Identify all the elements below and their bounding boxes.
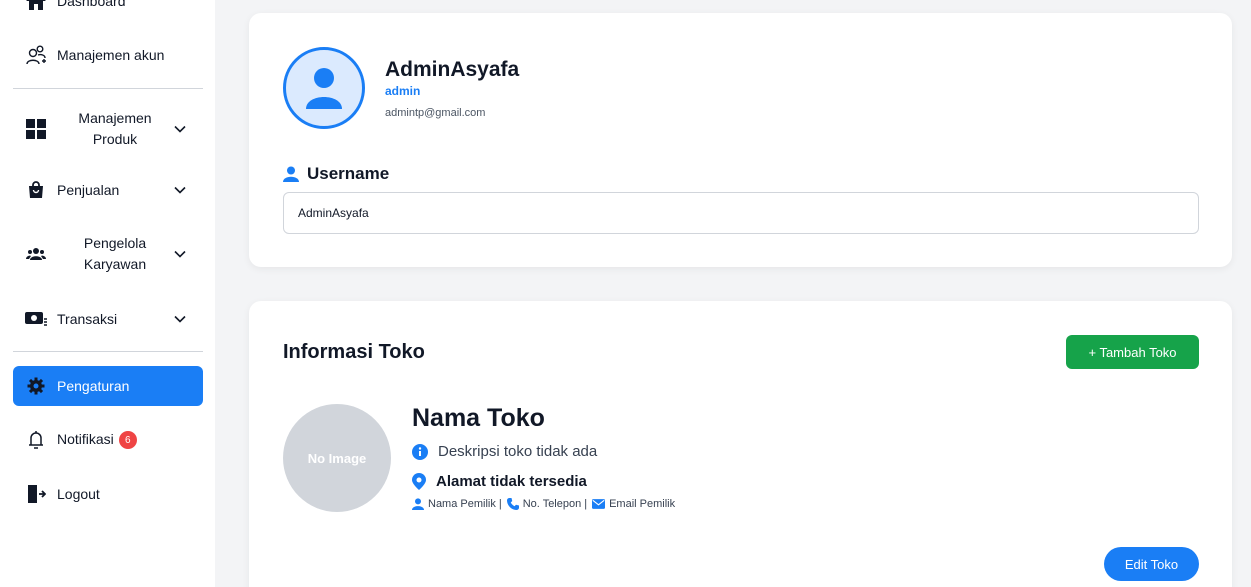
chevron-down-icon — [174, 315, 186, 323]
sidebar-item-logout[interactable]: Logout — [13, 481, 203, 507]
chevron-down-icon — [174, 250, 186, 258]
owner-name: Nama Pemilik — [428, 498, 496, 510]
sidebar-item-label: Pengaturan — [57, 378, 130, 394]
sidebar-item-transaksi[interactable]: Transaksi — [13, 306, 203, 332]
sidebar-item-penjualan[interactable]: Penjualan — [13, 177, 203, 203]
sidebar-item-notifikasi[interactable]: Notifikasi 6 — [13, 427, 203, 453]
store-name: Nama Toko — [412, 404, 545, 432]
sidebar-item-label: Manajemen Produk — [57, 108, 173, 150]
store-meta: Nama Pemilik | No. Telepon | Email Pemil… — [412, 498, 675, 510]
profile-email: admintp@gmail.com — [385, 107, 486, 119]
user-icon — [306, 68, 342, 109]
edit-store-button[interactable]: Edit Toko — [1104, 547, 1199, 581]
users-icon — [24, 242, 48, 266]
avatar — [283, 47, 365, 129]
section-title: Informasi Toko — [283, 341, 425, 363]
chevron-down-icon — [174, 125, 186, 133]
user-icon — [283, 166, 299, 182]
profile-card: AdminAsyafa admin admintp@gmail.com User… — [249, 13, 1232, 267]
sidebar-item-label: Dashboard — [57, 0, 126, 9]
chevron-down-icon — [174, 186, 186, 194]
sidebar-item-dashboard[interactable]: Dashboard — [13, 0, 203, 13]
sidebar-item-manajemen-produk[interactable]: Manajemen Produk — [13, 108, 203, 150]
sidebar-item-pengaturan[interactable]: Pengaturan — [13, 366, 203, 406]
gear-icon — [24, 374, 48, 398]
user-icon — [412, 498, 424, 510]
username-field[interactable] — [283, 192, 1199, 234]
profile-role: admin — [385, 84, 421, 98]
separator: | — [584, 498, 588, 510]
sidebar-item-label: Logout — [57, 486, 100, 502]
shopping-bag-icon — [24, 178, 48, 202]
username-label-text: Username — [307, 164, 390, 183]
separator: | — [498, 498, 502, 510]
owner-email: Email Pemilik — [609, 498, 676, 510]
label-line-1: Manajemen — [78, 110, 152, 126]
money-icon — [24, 307, 48, 331]
envelope-icon — [592, 499, 606, 509]
store-card: Informasi Toko + Tambah Toko No Image Na… — [249, 301, 1232, 587]
notification-badge: 6 — [118, 431, 137, 450]
sidebar-item-label: Pengelola Karyawan — [57, 233, 173, 275]
store-description: Deskripsi toko tidak ada — [412, 443, 597, 460]
sidebar: Dashboard Manajemen akun Manajemen Produ… — [0, 0, 215, 587]
add-store-button[interactable]: + Tambah Toko — [1066, 335, 1199, 369]
sidebar-divider — [13, 351, 203, 352]
profile-name: AdminAsyafa — [385, 58, 520, 81]
store-address-text: Alamat tidak tersedia — [436, 473, 587, 490]
sidebar-item-manajemen-akun[interactable]: Manajemen akun — [13, 42, 203, 68]
sidebar-item-pengelola-karyawan[interactable]: Pengelola Karyawan — [13, 233, 203, 275]
phone-number: No. Telepon — [522, 498, 582, 510]
map-pin-icon — [412, 473, 426, 490]
notifikasi-text: Notifikasi — [57, 430, 114, 447]
grid-icon — [24, 117, 48, 141]
logout-icon — [24, 482, 48, 506]
home-icon — [24, 0, 48, 13]
label-line-2: Produk — [92, 131, 138, 147]
sidebar-item-label: Notifikasi 6 — [57, 430, 203, 450]
users-plus-icon — [24, 43, 48, 67]
label-line-2: Karyawan — [83, 256, 147, 272]
store-image-placeholder: No Image — [283, 404, 391, 512]
no-image-text: No Image — [307, 450, 367, 466]
username-label: Username — [283, 164, 389, 184]
store-description-text: Deskripsi toko tidak ada — [438, 443, 598, 460]
bell-icon — [24, 428, 48, 452]
sidebar-item-label: Transaksi — [57, 311, 118, 327]
sidebar-item-label: Manajemen akun — [57, 47, 165, 63]
info-icon — [412, 443, 428, 460]
store-address: Alamat tidak tersedia — [412, 473, 587, 490]
label-line-1: Pengelola — [83, 235, 147, 251]
sidebar-divider — [13, 88, 203, 89]
phone-icon — [506, 498, 519, 510]
sidebar-item-label: Penjualan — [57, 182, 120, 198]
